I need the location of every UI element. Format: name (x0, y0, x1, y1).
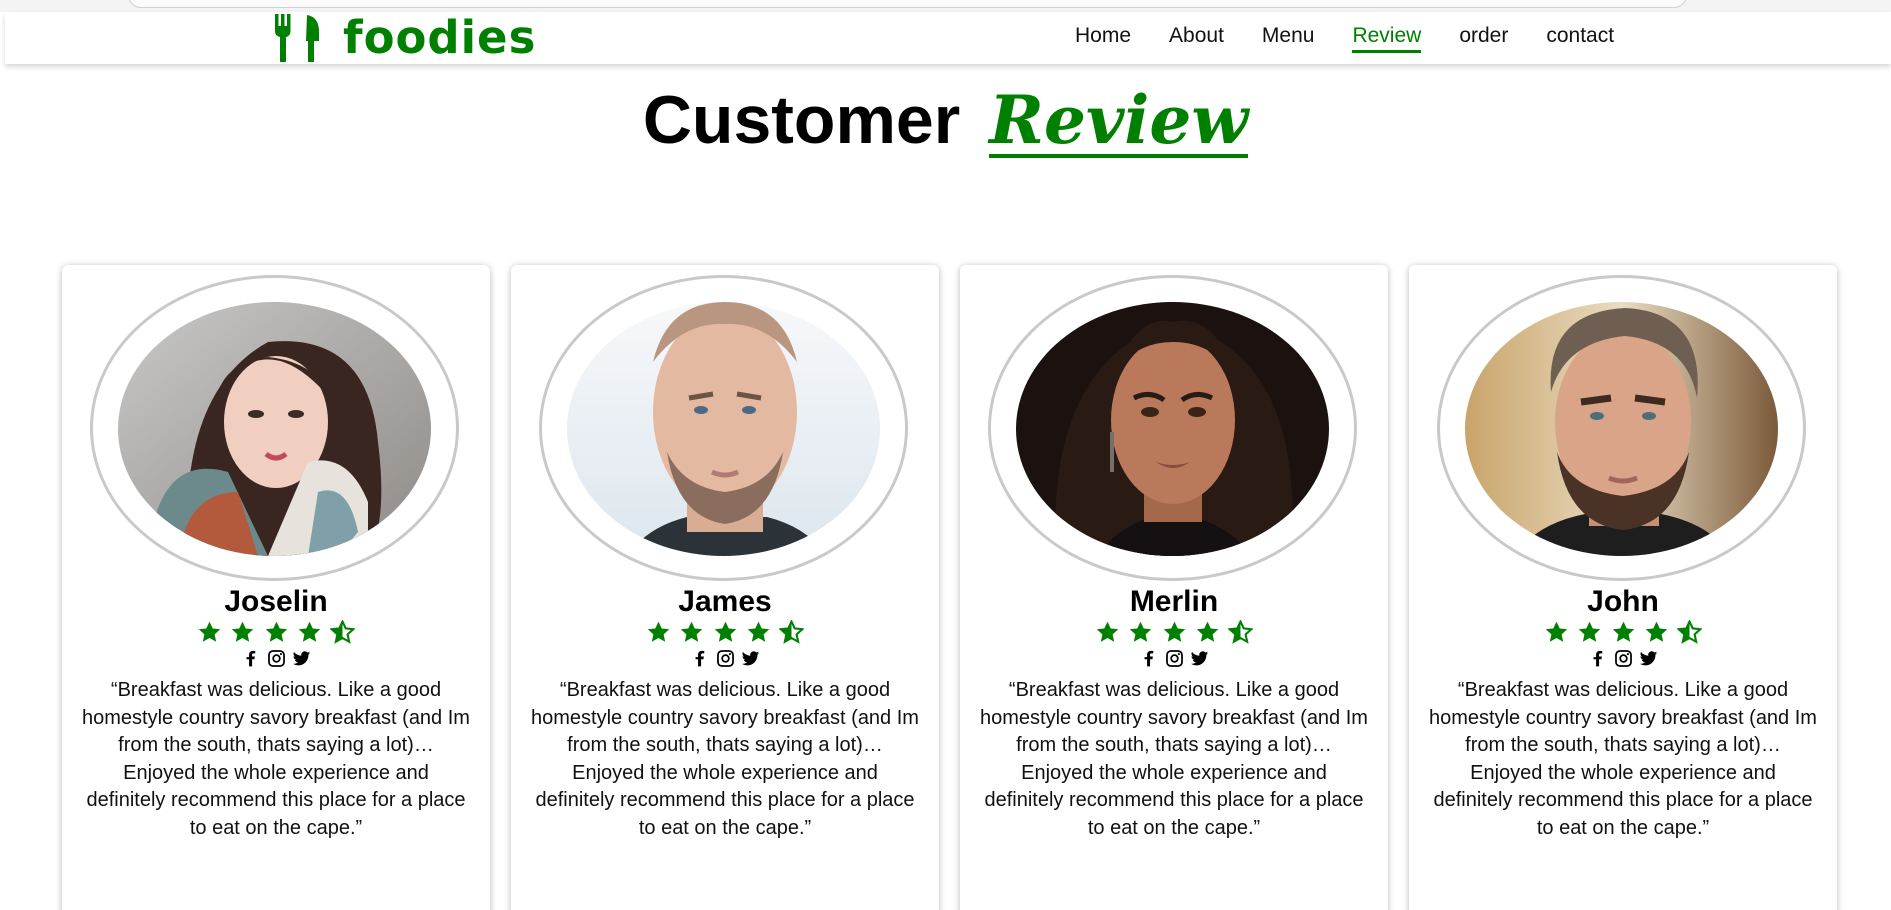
twitter-icon[interactable] (1190, 649, 1209, 668)
star-icon (1129, 621, 1152, 642)
twitter-icon[interactable] (741, 649, 760, 668)
instagram-icon[interactable] (1614, 649, 1633, 668)
avatar-ring (539, 275, 908, 581)
address-bar-edge (128, 0, 1687, 8)
nav-link-contact[interactable]: contact (1546, 24, 1614, 53)
review-text: “Breakfast was delicious. Like a good ho… (82, 679, 470, 839)
star-icon (298, 621, 321, 642)
review-card: Merlin “Breakfast was delicious. Like a … (960, 265, 1388, 910)
review-card: John “Breakfast was delicious. Like a go… (1409, 265, 1837, 910)
section-title-accent: Review (989, 81, 1249, 159)
star-icon (198, 621, 220, 642)
review-card: Joselin “Breakfast was delicious. Like a… (62, 265, 490, 910)
rating-stars (62, 620, 490, 648)
nav-link-review[interactable]: Review (1352, 24, 1422, 53)
page: foodies Home About Menu Review order con… (0, 0, 1891, 910)
review-text: “Breakfast was delicious. Like a good ho… (980, 679, 1368, 839)
nav-link-home[interactable]: Home (1075, 24, 1131, 53)
avatar (118, 302, 431, 556)
social-links (511, 649, 939, 673)
section-title: Customer Review (0, 82, 1891, 158)
twitter-icon[interactable] (1639, 649, 1658, 668)
star-icon (265, 621, 287, 642)
facebook-icon[interactable] (1139, 649, 1158, 668)
nav-link-order[interactable]: order (1459, 24, 1508, 53)
facebook-icon[interactable] (241, 649, 260, 668)
reviewer-name: Joselin (224, 585, 328, 618)
star-half-icon (1228, 620, 1254, 644)
star-half-icon (1677, 620, 1703, 644)
social-links (1409, 649, 1837, 673)
nav-links: Home About Menu Review order contact (1075, 12, 1652, 64)
avatar-photo-john (1465, 302, 1778, 556)
section-title-main: Customer (642, 82, 961, 158)
star-icon (1196, 621, 1219, 642)
rating-stars (511, 620, 939, 648)
fork-knife-icon (275, 14, 319, 62)
browser-top-strip (0, 0, 1891, 12)
avatar-photo-joselin (118, 302, 431, 556)
avatar (1016, 302, 1329, 556)
review-text: “Breakfast was delicious. Like a good ho… (1429, 679, 1817, 839)
instagram-icon[interactable] (267, 649, 286, 668)
star-icon (1578, 621, 1601, 642)
facebook-icon[interactable] (1588, 649, 1607, 668)
star-icon (1612, 621, 1634, 642)
reviewer-name: John (1587, 585, 1659, 618)
avatar-ring (988, 275, 1357, 581)
brand-name: foodies (343, 11, 537, 64)
avatar-photo-merlin (1016, 302, 1329, 556)
review-text: “Breakfast was delicious. Like a good ho… (531, 679, 919, 839)
review-card: James “Breakfast was delicious. Like a g… (511, 265, 939, 910)
rating-stars (960, 620, 1388, 648)
avatar-ring (1437, 275, 1806, 581)
facebook-icon[interactable] (690, 649, 709, 668)
reviewer-name: James (678, 585, 772, 618)
star-icon (231, 621, 254, 642)
star-icon (1096, 621, 1118, 642)
reviewer-name: Merlin (1129, 585, 1219, 618)
star-icon (1163, 621, 1185, 642)
instagram-icon[interactable] (1165, 649, 1184, 668)
star-icon (714, 621, 736, 642)
star-half-icon (779, 620, 805, 644)
star-icon (680, 621, 703, 642)
star-icon (1645, 621, 1668, 642)
twitter-icon[interactable] (292, 649, 311, 668)
nav-link-menu[interactable]: Menu (1262, 24, 1315, 53)
social-links (62, 649, 490, 673)
star-icon (647, 621, 669, 642)
instagram-icon[interactable] (716, 649, 735, 668)
avatar-photo-james (567, 302, 880, 556)
avatar (1465, 302, 1778, 556)
rating-stars (1409, 620, 1837, 648)
brand-logo[interactable]: foodies (273, 12, 536, 64)
star-icon (1545, 621, 1567, 642)
star-half-icon (330, 620, 356, 644)
social-links (960, 649, 1388, 673)
nav-link-about[interactable]: About (1169, 24, 1224, 53)
review-cards: Joselin “Breakfast was delicious. Like a… (62, 265, 1842, 910)
navbar: foodies Home About Menu Review order con… (5, 12, 1891, 64)
avatar (567, 302, 880, 556)
avatar-ring (90, 275, 459, 581)
star-icon (747, 621, 770, 642)
